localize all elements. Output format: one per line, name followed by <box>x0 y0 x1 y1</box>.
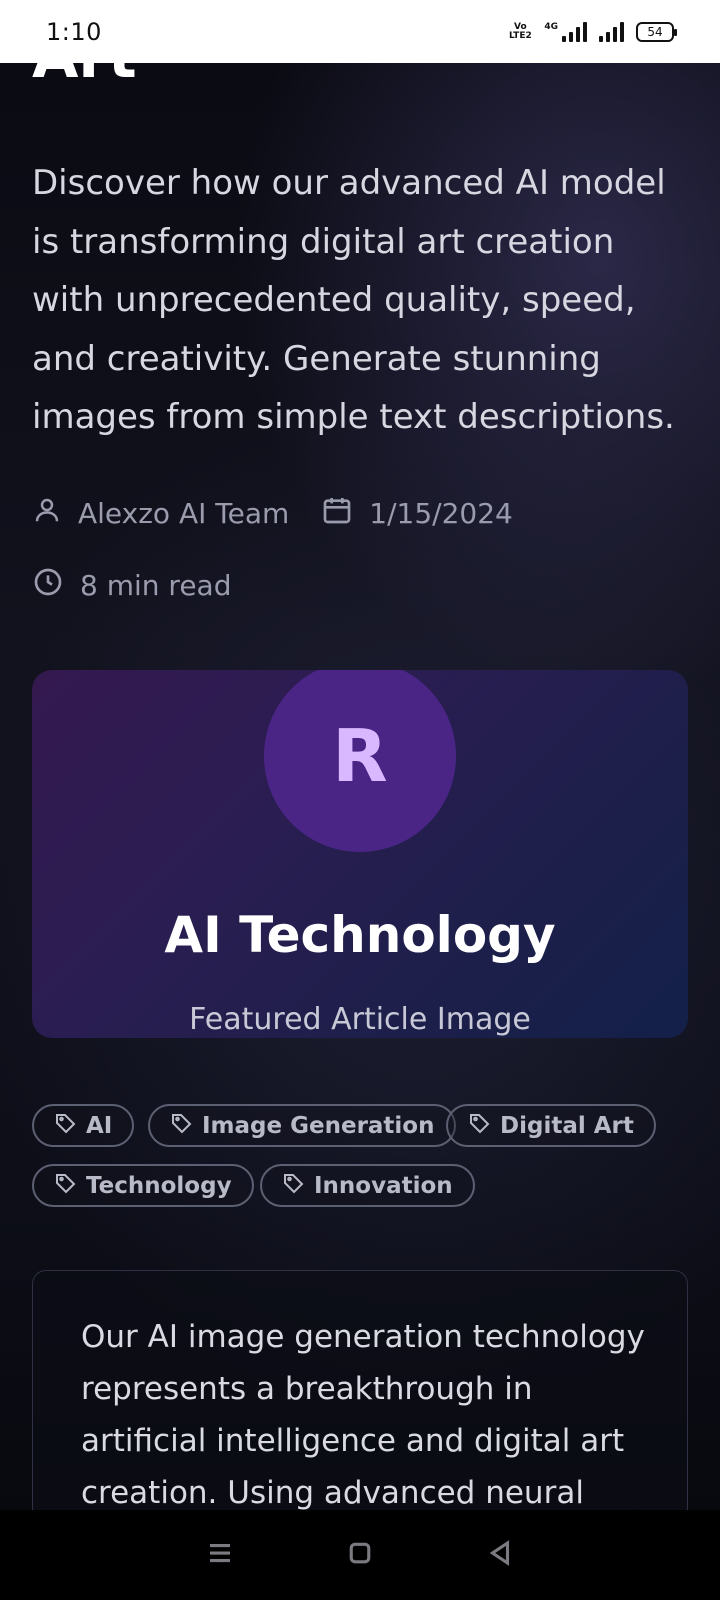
tag-label: Image Generation <box>202 1112 435 1139</box>
tag-technology[interactable]: Technology <box>32 1164 254 1207</box>
tag-icon <box>170 1111 194 1141</box>
status-bar: 1:10 Vo LTE2 4G 54 <box>0 0 720 63</box>
calendar-icon <box>321 494 353 533</box>
signal-icon <box>562 21 587 42</box>
home-icon[interactable] <box>345 1538 375 1572</box>
network-type: 4G <box>544 21 558 32</box>
meta-row-read-time: 8 min read <box>32 566 231 605</box>
read-time: 8 min read <box>80 569 232 602</box>
tag-icon <box>282 1171 306 1201</box>
featured-title: AI Technology <box>164 906 556 964</box>
tag-label: Innovation <box>314 1172 453 1199</box>
tag-label: AI <box>86 1112 113 1139</box>
featured-image: R AI Technology Featured Article Image <box>32 670 688 1038</box>
featured-caption: Featured Article Image <box>189 1002 531 1037</box>
tag-innovation[interactable]: Innovation <box>260 1164 475 1207</box>
clock-icon <box>32 566 64 605</box>
tag-digital-art[interactable]: Digital Art <box>446 1104 656 1147</box>
tag-icon <box>54 1171 78 1201</box>
article-scroll-area[interactable]: Art Discover how our advanced AI model i… <box>0 0 720 1510</box>
article-body-card: Our AI image generation technology repre… <box>32 1270 688 1510</box>
tag-image-generation[interactable]: Image Generation <box>148 1104 457 1147</box>
tag-label: Technology <box>86 1172 232 1199</box>
tag-icon <box>54 1111 78 1141</box>
signal-icon-secondary <box>599 21 624 42</box>
tag-icon <box>468 1111 492 1141</box>
author-meta: Alexzo AI Team <box>32 495 289 532</box>
article-intro: Discover how our advanced AI model is tr… <box>32 163 675 437</box>
volte-icon: Vo LTE2 <box>508 21 532 41</box>
user-icon <box>32 495 62 532</box>
author-name: Alexzo AI Team <box>78 497 290 530</box>
meta-row-author-date: Alexzo AI Team 1/15/2024 <box>32 494 513 533</box>
status-time: 1:10 <box>46 17 102 46</box>
tag-ai[interactable]: AI <box>32 1104 135 1147</box>
status-icons: Vo LTE2 4G 54 <box>508 21 677 42</box>
article-body-text: Our AI image generation technology repre… <box>81 1319 645 1510</box>
menu-icon[interactable] <box>205 1538 235 1572</box>
battery-level: 54 <box>647 24 663 39</box>
read-time-meta: 8 min read <box>32 566 231 605</box>
tag-label: Digital Art <box>500 1112 634 1139</box>
system-nav-bar <box>0 1510 720 1600</box>
publish-date: 1/15/2024 <box>369 497 513 530</box>
date-meta: 1/15/2024 <box>321 494 513 533</box>
battery-icon: 54 <box>636 21 677 42</box>
featured-logo-circle: R <box>264 670 456 852</box>
back-icon[interactable] <box>485 1538 515 1572</box>
